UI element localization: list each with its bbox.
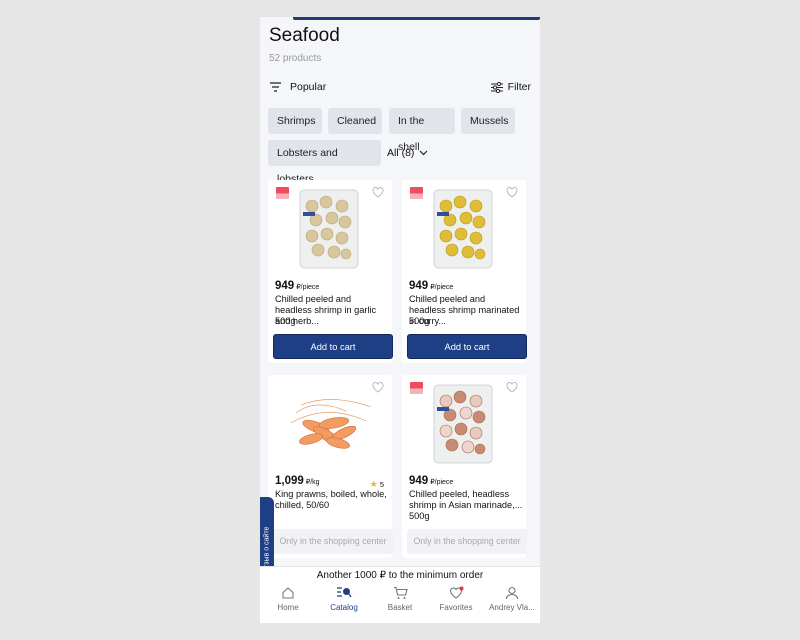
product-price: 1,099 ₽/kg [275, 475, 320, 487]
catalog-search-icon [337, 587, 352, 598]
chip-cleaned[interactable]: Cleaned [328, 108, 382, 134]
user-icon [505, 586, 519, 600]
bottom-navigation: Home Catalog Basket Favorites Andrey Vla… [260, 583, 540, 623]
product-card[interactable]: 1,099 ₽/kg ★ 5 King prawns, boiled, whole… [268, 375, 393, 558]
product-weight: 500g [409, 316, 430, 326]
filter-sliders-icon [490, 81, 503, 93]
product-weight: 500g [409, 511, 430, 521]
sort-button[interactable]: Popular [269, 81, 326, 93]
minimum-order-notice: Another 1000 ₽ to the minimum order [260, 566, 540, 584]
sort-label: Popular [290, 81, 327, 93]
promo-badge [276, 187, 289, 199]
product-card[interactable]: 949 ₽/piece Chilled peeled and headless s… [402, 180, 527, 363]
product-card[interactable]: 949 ₽/piece Chilled peeled and headless s… [268, 180, 393, 363]
product-image [290, 399, 372, 449]
page-title: Seafood [269, 25, 340, 46]
add-to-cart-button[interactable]: Add to cart [407, 334, 527, 359]
heart-icon[interactable] [506, 187, 518, 198]
sort-icon [270, 82, 281, 92]
product-price: 949 ₽/piece [409, 475, 454, 487]
only-in-store-button: Only in the shopping center [273, 529, 393, 554]
cart-icon [393, 586, 408, 599]
nav-favorites[interactable]: Favorites [428, 583, 484, 623]
product-card[interactable]: 949 ₽/piece Chilled peeled, headless shri… [402, 375, 527, 558]
product-price: 949 ₽/piece [409, 280, 454, 292]
chevron-down-icon [419, 150, 428, 156]
product-price: 949 ₽/piece [275, 280, 320, 292]
chip-mussels[interactable]: Mussels [461, 108, 515, 134]
heart-icon[interactable] [372, 187, 384, 198]
heart-icon[interactable] [506, 382, 518, 393]
chip-in-the-shell[interactable]: In the shell [389, 108, 455, 153]
all-categories-button[interactable]: All (8) [387, 147, 428, 159]
promo-badge [410, 382, 423, 394]
filter-label: Filter [507, 81, 531, 93]
product-image [299, 189, 359, 269]
nav-basket[interactable]: Basket [372, 583, 428, 623]
product-name: Chilled peeled, headless shrimp in Asian… [409, 489, 523, 510]
scroll-indicator [293, 17, 540, 20]
app-screen: Seafood 52 products Popular Filter Shrim… [260, 17, 540, 623]
chip-shrimps[interactable]: Shrimps [268, 108, 322, 134]
nav-catalog[interactable]: Catalog [316, 583, 372, 623]
product-weight: 500g [275, 316, 296, 326]
product-count: 52 products [269, 53, 322, 64]
home-icon [282, 587, 294, 599]
product-image [433, 189, 493, 269]
heart-icon [449, 586, 463, 599]
all-label: All (8) [387, 147, 415, 159]
promo-badge [410, 187, 423, 199]
product-image [433, 384, 493, 464]
nav-profile[interactable]: Andrey Vla... [484, 583, 540, 623]
nav-home[interactable]: Home [260, 583, 316, 623]
chip-lobsters[interactable]: Lobsters and lobsters [268, 140, 381, 185]
heart-icon[interactable] [372, 382, 384, 393]
add-to-cart-button[interactable]: Add to cart [273, 334, 393, 359]
product-name: King prawns, boiled, whole, chilled, 50/… [275, 489, 387, 510]
filter-button[interactable]: Filter [490, 81, 531, 93]
only-in-store-button: Only in the shopping center [407, 529, 527, 554]
